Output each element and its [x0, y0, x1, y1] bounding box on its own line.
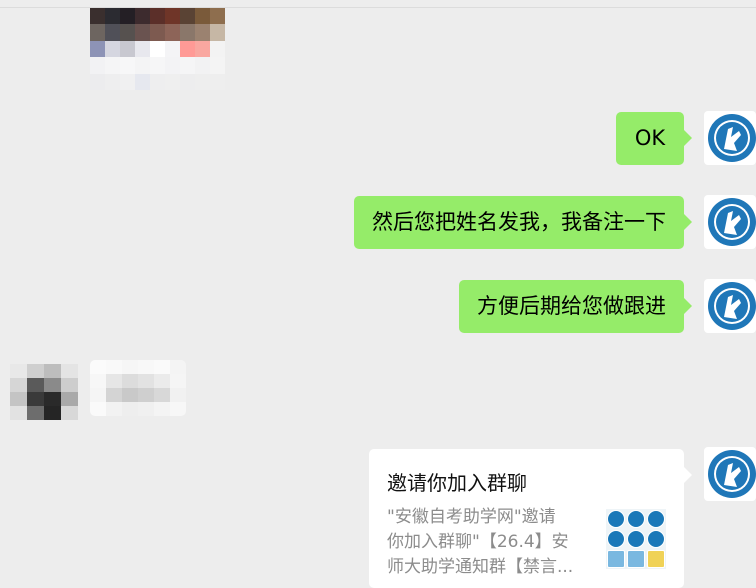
- group-invite-card[interactable]: 邀请你加入群聊 "安徽自考助学网"邀请 你加入群聊"【26.4】安 师大助学通知…: [369, 449, 692, 588]
- avatar[interactable]: [704, 279, 756, 333]
- avatar[interactable]: [704, 111, 756, 165]
- sent-message-bubble[interactable]: OK: [616, 112, 692, 165]
- organization-logo-icon: [708, 114, 756, 162]
- group-avatar-grid-icon: [606, 509, 666, 569]
- pixelated-image-message[interactable]: [90, 8, 225, 90]
- avatar[interactable]: [704, 195, 756, 249]
- received-message-bubble[interactable]: [90, 360, 186, 416]
- invite-desc-line: 你加入群聊"【26.4】安: [387, 532, 569, 552]
- invite-card-description: "安徽自考助学网"邀请 你加入群聊"【26.4】安 师大助学通知群【禁言...: [387, 505, 592, 580]
- contact-avatar[interactable]: [10, 364, 78, 420]
- avatar[interactable]: [704, 447, 756, 501]
- message-text: 方便后期给您做跟进: [477, 294, 666, 318]
- message-text: OK: [634, 126, 666, 150]
- organization-logo-icon: [708, 282, 756, 330]
- invite-card-title: 邀请你加入群聊: [387, 471, 527, 495]
- sent-message-bubble[interactable]: 然后您把姓名发我，我备注一下: [354, 196, 692, 249]
- invite-desc-line: "安徽自考助学网"邀请: [387, 507, 556, 527]
- organization-logo-icon: [708, 450, 756, 498]
- invite-desc-line: 师大助学通知群【禁言...: [387, 557, 574, 577]
- message-text: 然后您把姓名发我，我备注一下: [372, 210, 666, 234]
- sent-message-bubble[interactable]: 方便后期给您做跟进: [459, 280, 692, 333]
- organization-logo-icon: [708, 198, 756, 246]
